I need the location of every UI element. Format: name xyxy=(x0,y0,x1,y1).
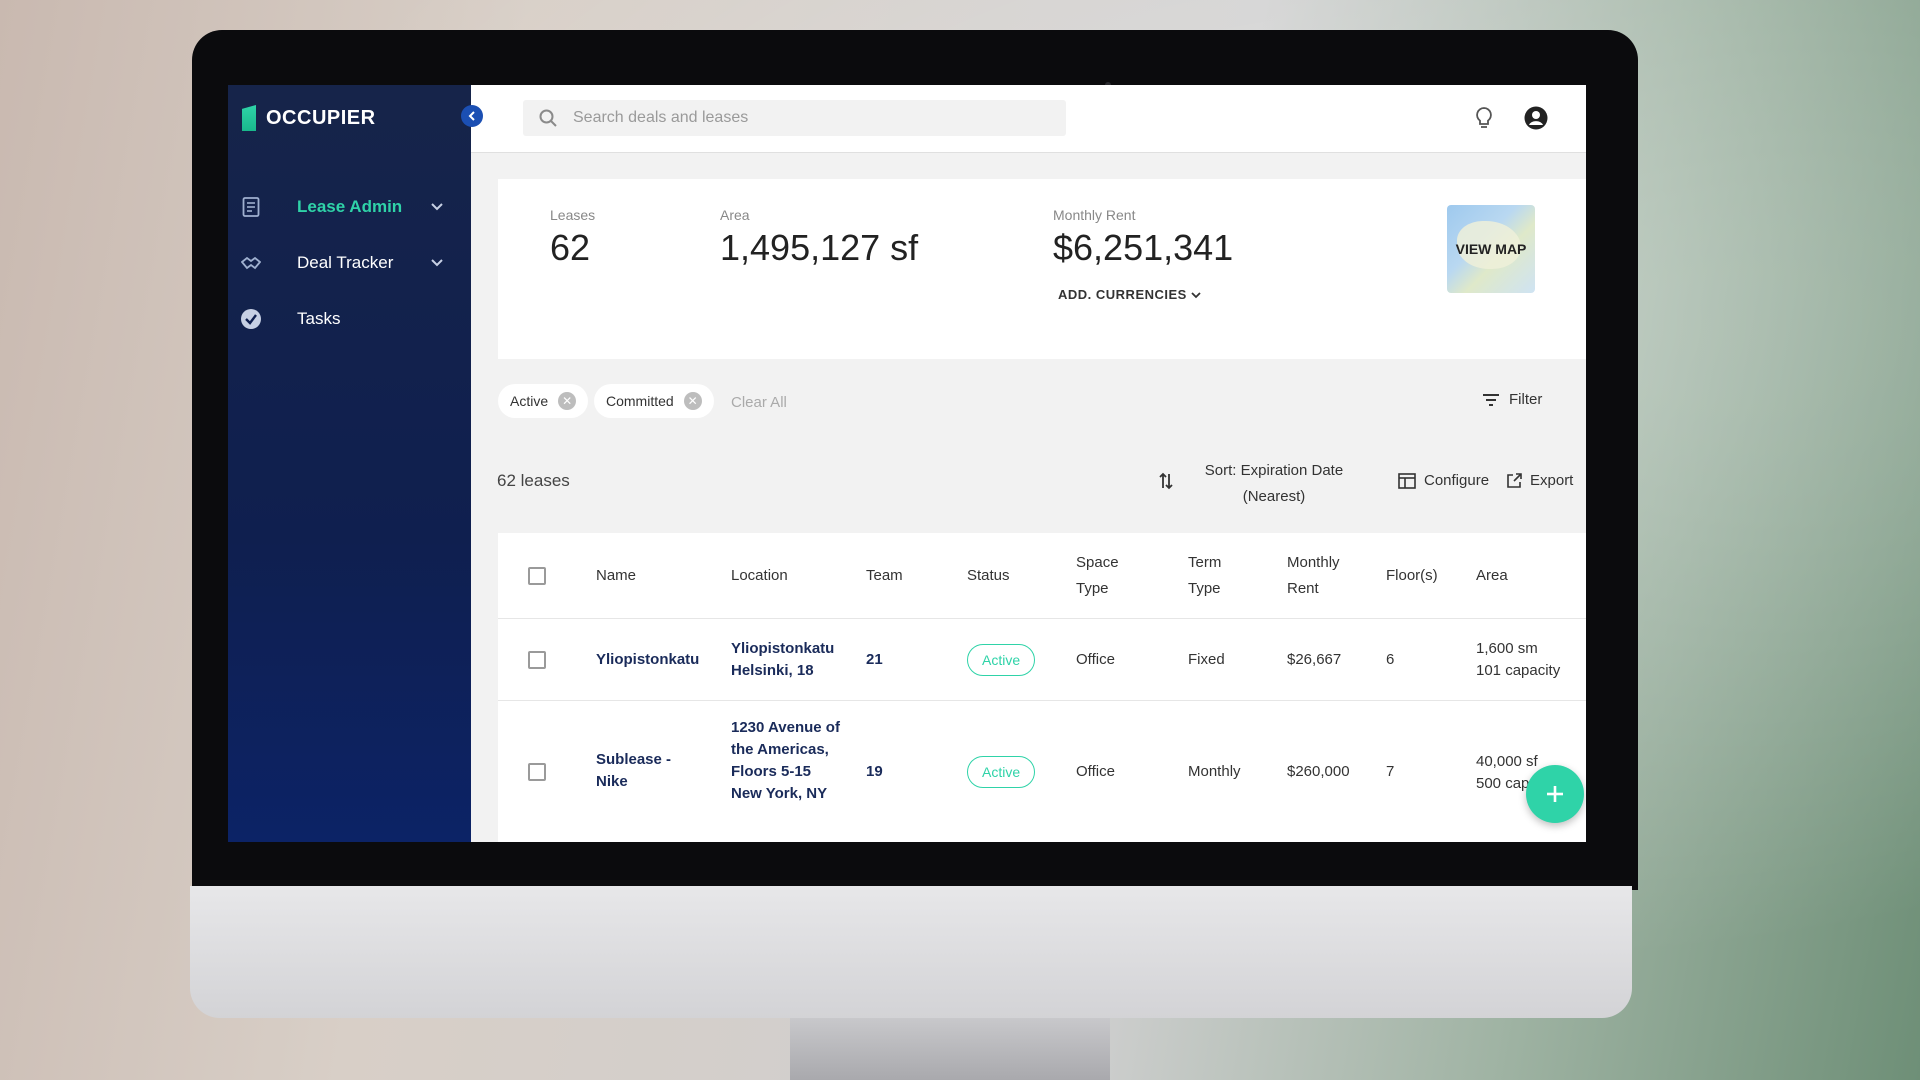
sidebar-item-tasks[interactable]: Tasks xyxy=(228,299,471,339)
export-icon xyxy=(1507,472,1522,488)
monthly-rent-label: Monthly Rent xyxy=(1053,207,1136,223)
cell-space-type: Office xyxy=(1076,763,1115,780)
topbar xyxy=(471,85,1586,153)
search-input[interactable] xyxy=(573,100,1053,136)
area-label: Area xyxy=(720,207,750,223)
cell-team: 19 xyxy=(866,763,883,780)
filter-label: Filter xyxy=(1509,391,1543,408)
filter-chip-committed[interactable]: Committed ✕ xyxy=(594,384,714,418)
filter-icon xyxy=(1483,393,1499,406)
add-currencies-label: ADD. CURRENCIES xyxy=(1058,287,1187,302)
filter-button[interactable]: Filter xyxy=(1483,391,1542,408)
sidebar-item-label: Tasks xyxy=(297,309,341,328)
table-row[interactable]: Yliopistonkatu Yliopistonkatu Helsinki, … xyxy=(498,619,1586,701)
cell-capacity: 101 capacity xyxy=(1476,662,1561,679)
cell-monthly-rent: $26,667 xyxy=(1287,651,1342,668)
export-label: Export xyxy=(1530,472,1574,489)
cell-space-type: Office xyxy=(1076,651,1115,668)
area-value: 1,495,127 sf xyxy=(720,227,919,268)
configure-label: Configure xyxy=(1424,472,1490,489)
lightbulb-icon[interactable] xyxy=(1471,105,1497,131)
table-row[interactable]: Sublease - Nike 1230 Avenue of the Ameri… xyxy=(498,701,1586,842)
column-header-name[interactable]: Name xyxy=(596,563,636,589)
table-layout-icon xyxy=(1398,472,1416,489)
search-icon xyxy=(539,109,557,127)
view-map-label: VIEW MAP xyxy=(1455,241,1527,257)
filter-chip-active[interactable]: Active ✕ xyxy=(498,384,589,418)
cell-area: 40,000 sf xyxy=(1476,753,1538,770)
add-lease-button[interactable] xyxy=(1526,765,1584,823)
status-badge: Active xyxy=(967,756,1036,788)
logo-mark-icon xyxy=(242,105,256,131)
user-account-icon[interactable] xyxy=(1523,105,1549,131)
chevron-down-icon[interactable] xyxy=(430,199,444,215)
chevron-down-icon xyxy=(1191,292,1201,299)
sidebar-item-label: Lease Admin xyxy=(297,197,403,216)
monitor-chin xyxy=(190,886,1632,1018)
sidebar-item-lease-admin[interactable]: Lease Admin xyxy=(228,187,471,227)
cell-location: 1230 Avenue of the Americas, Floors 5-15… xyxy=(731,719,840,802)
column-header-floors[interactable]: Floor(s) xyxy=(1386,563,1438,589)
select-all-checkbox[interactable] xyxy=(528,567,546,585)
column-header-space-type[interactable]: Space Type xyxy=(1076,550,1136,602)
leases-value: 62 xyxy=(550,227,591,268)
cell-capacity: 500 cap xyxy=(1476,775,1530,792)
sidebar-item-deal-tracker[interactable]: Deal Tracker xyxy=(228,243,471,283)
remove-filter-icon[interactable]: ✕ xyxy=(558,392,577,410)
cell-name[interactable]: Sublease - Nike xyxy=(596,749,696,793)
stats-card: Leases 62 Area 1,495,127 sf Monthly Rent… xyxy=(498,179,1586,359)
chevron-down-icon[interactable] xyxy=(430,255,444,271)
column-header-location[interactable]: Location xyxy=(731,563,788,589)
sidebar-item-label: Deal Tracker xyxy=(297,253,394,272)
table-header: Name Location Team Status Space Type Ter… xyxy=(498,533,1586,619)
cell-location: Yliopistonkatu Helsinki, 18 xyxy=(731,640,835,679)
filter-chip-label: Active xyxy=(510,393,549,409)
monitor-stand xyxy=(790,1018,1110,1080)
cell-term-type: Monthly xyxy=(1188,763,1241,780)
row-checkbox[interactable] xyxy=(528,763,546,781)
monthly-rent-value: $6,251,341 xyxy=(1053,227,1234,268)
status-badge: Active xyxy=(967,644,1036,676)
plus-icon xyxy=(1547,786,1563,802)
column-header-area[interactable]: Area xyxy=(1476,563,1508,589)
sort-dropdown[interactable]: Sort: Expiration Date (Nearest) xyxy=(1184,458,1364,510)
row-checkbox[interactable] xyxy=(528,651,546,669)
cell-team: 21 xyxy=(866,651,883,668)
sort-direction-icon[interactable] xyxy=(1159,472,1173,495)
add-currencies-button[interactable]: ADD. CURRENCIES xyxy=(1058,287,1201,302)
view-map-button[interactable]: VIEW MAP xyxy=(1447,205,1535,293)
cell-name[interactable]: Yliopistonkatu xyxy=(596,649,699,671)
column-header-term-type[interactable]: Term Type xyxy=(1188,550,1238,602)
export-button[interactable]: Export xyxy=(1506,472,1573,489)
search-bar[interactable] xyxy=(523,100,1066,136)
remove-filter-icon[interactable]: ✕ xyxy=(683,392,702,410)
cell-term-type: Fixed xyxy=(1188,651,1225,668)
collapse-sidebar-button[interactable] xyxy=(461,105,483,127)
leases-label: Leases xyxy=(550,207,596,223)
configure-button[interactable]: Configure xyxy=(1398,472,1489,489)
logo-text: OCCUPIER xyxy=(266,106,376,129)
cell-monthly-rent: $260,000 xyxy=(1287,763,1350,780)
filter-chip-label: Committed xyxy=(606,393,674,409)
logo[interactable]: OCCUPIER xyxy=(242,105,376,131)
column-header-monthly-rent[interactable]: Monthly Rent xyxy=(1287,550,1357,602)
handshake-icon xyxy=(240,252,262,274)
cell-floors: 7 xyxy=(1386,763,1395,780)
column-header-status[interactable]: Status xyxy=(967,563,1010,589)
leases-table: Name Location Team Status Space Type Ter… xyxy=(498,533,1586,842)
app-screen: OCCUPIER Lease Admin Deal Tracker Tasks … xyxy=(228,85,1586,842)
cell-floors: 6 xyxy=(1386,651,1395,668)
lease-count: 62 leases xyxy=(497,471,570,490)
document-icon xyxy=(240,196,262,218)
sidebar: OCCUPIER Lease Admin Deal Tracker Tasks xyxy=(228,85,471,842)
check-circle-icon xyxy=(240,308,262,330)
clear-all-button[interactable]: Clear All xyxy=(731,394,787,411)
cell-area: 1,600 sm xyxy=(1476,640,1538,657)
column-header-team[interactable]: Team xyxy=(866,563,903,589)
